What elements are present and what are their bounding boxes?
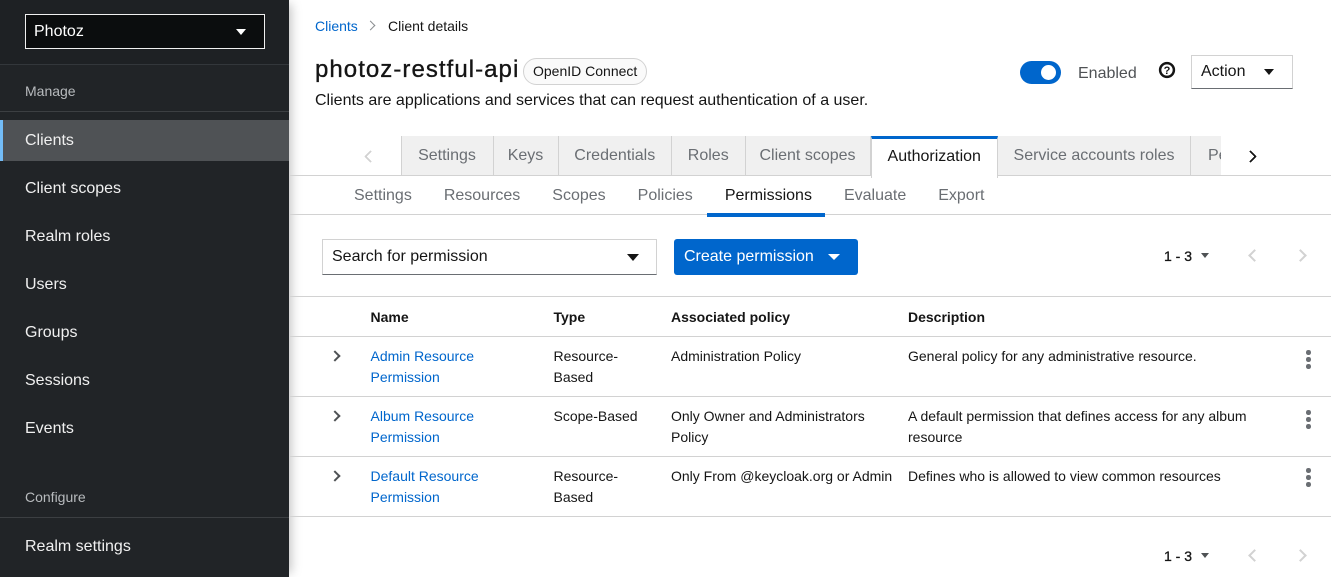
svg-text:?: ?	[1164, 64, 1171, 76]
